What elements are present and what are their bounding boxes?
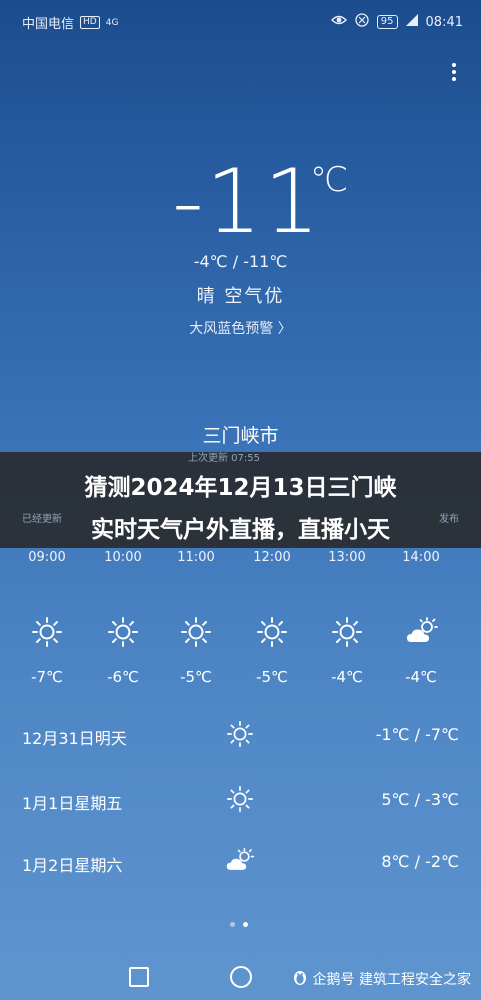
daily-date: 1月2日星期六 bbox=[22, 856, 123, 875]
sun-icon bbox=[256, 616, 288, 648]
daily-temps: 8℃ / -2℃ bbox=[381, 852, 459, 871]
current-temperature: -11 bbox=[172, 150, 322, 253]
hour-time: 10:00 bbox=[104, 550, 142, 565]
network-label: 4G bbox=[105, 17, 119, 28]
clock-time: 08:41 bbox=[425, 14, 463, 30]
sun-icon bbox=[225, 784, 255, 814]
home-button[interactable] bbox=[230, 966, 252, 988]
hour-time: 11:00 bbox=[177, 550, 215, 565]
recent-apps-button[interactable] bbox=[129, 967, 149, 987]
page-indicator bbox=[230, 922, 248, 927]
status-bar: 中国电信 HD 4G 95 08:41 bbox=[0, 0, 481, 42]
hd-badge: HD bbox=[80, 16, 100, 29]
hour-time: 09:00 bbox=[28, 550, 66, 565]
hour-time: 13:00 bbox=[328, 550, 366, 565]
headline-banner: 已经更新 上次更新 07:55 发布 猜测2024年12月13日三门峡 实时天气… bbox=[0, 452, 481, 548]
hour-temp: -4℃ bbox=[331, 668, 363, 686]
daily-date: 1月1日星期五 bbox=[22, 794, 123, 813]
watermark-text: 企鹅号 建筑工程安全之家 bbox=[312, 972, 471, 988]
wind-warning-link[interactable]: 大风蓝色预警 〉 bbox=[0, 318, 481, 338]
watermark: 企鹅号 建筑工程安全之家 bbox=[291, 968, 471, 990]
system-nav-bar: 企鹅号 建筑工程安全之家 bbox=[0, 958, 481, 1000]
sun-icon bbox=[180, 616, 212, 648]
headline-line-2: 实时天气户外直播，直播小天 bbox=[91, 517, 390, 543]
partly-cloudy-icon bbox=[405, 616, 438, 648]
daily-temps: 5℃ / -3℃ bbox=[381, 790, 459, 809]
weather-condition: 晴 空气优 bbox=[196, 286, 285, 307]
signal-icon bbox=[405, 14, 418, 30]
penguin-icon bbox=[291, 968, 309, 990]
hour-temp: -4℃ bbox=[405, 668, 437, 686]
daily-temps: -1℃ / -7℃ bbox=[375, 725, 459, 744]
daily-forecast-row[interactable]: 1月1日星期五 5℃ / -3℃ bbox=[0, 780, 481, 820]
headline-line-1: 猜测2024年12月13日三门峡 bbox=[84, 475, 397, 501]
page-dot bbox=[230, 922, 235, 927]
hour-temp: -5℃ bbox=[180, 668, 212, 686]
more-menu-button[interactable] bbox=[445, 60, 463, 90]
alarm-icon bbox=[355, 13, 369, 31]
city-name[interactable]: 三门峡市 bbox=[0, 421, 481, 448]
carrier-label: 中国电信 bbox=[22, 17, 75, 32]
more-dot-icon bbox=[452, 63, 456, 67]
hour-time: 12:00 bbox=[253, 550, 291, 565]
today-range: -4℃ / -11℃ bbox=[193, 252, 288, 271]
sun-icon bbox=[331, 616, 363, 648]
hour-temp: -5℃ bbox=[256, 668, 288, 686]
more-dot-icon bbox=[452, 77, 456, 81]
more-dot-icon bbox=[452, 70, 456, 74]
eye-icon bbox=[330, 14, 347, 30]
banner-ghost-update: 上次更新 07:55 bbox=[188, 453, 260, 464]
sun-icon bbox=[107, 616, 139, 648]
daily-date: 12月31日明天 bbox=[22, 729, 127, 748]
battery-icon: 95 bbox=[376, 15, 398, 29]
hour-temp: -6℃ bbox=[107, 668, 139, 686]
page-dot-active bbox=[243, 922, 248, 927]
daily-forecast-row[interactable]: 1月2日星期六 8℃ / -2℃ bbox=[0, 842, 481, 882]
temperature-unit: ℃ bbox=[310, 160, 349, 200]
daily-forecast-row[interactable]: 12月31日明天 -1℃ / -7℃ bbox=[0, 715, 481, 755]
partly-cloudy-icon bbox=[225, 846, 255, 876]
hour-temp: -7℃ bbox=[31, 668, 63, 686]
sun-icon bbox=[31, 616, 63, 648]
hour-time: 14:00 bbox=[402, 550, 440, 565]
sun-icon bbox=[225, 719, 255, 749]
